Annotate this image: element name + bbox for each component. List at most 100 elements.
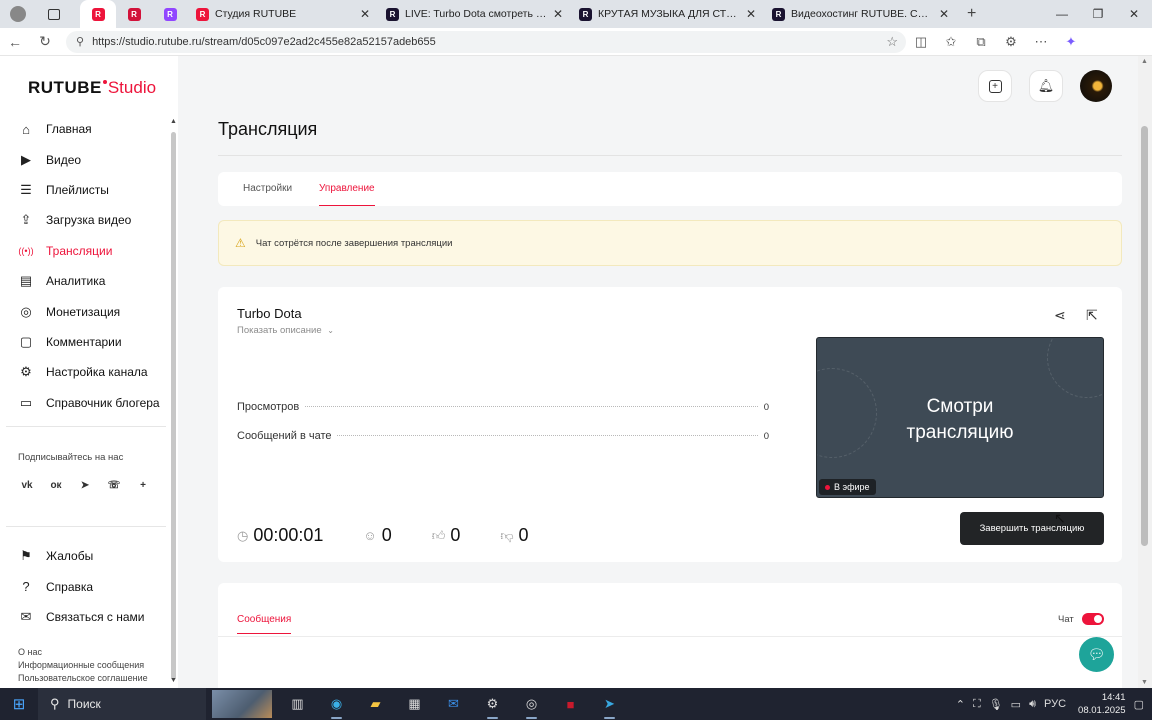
back-icon[interactable]: ← xyxy=(0,34,30,50)
app-icon-red[interactable]: ■ xyxy=(551,688,590,720)
browser-tab[interactable]: R LIVE: Turbo Dota смотреть онлайн ✕ xyxy=(378,0,571,28)
language-indicator[interactable]: РУС xyxy=(1044,698,1066,710)
obs-icon[interactable]: ◎ xyxy=(512,688,551,720)
rutube-studio-logo[interactable]: RUTUBE Studio xyxy=(28,78,156,98)
browser-tab[interactable]: R xyxy=(152,0,188,28)
sidebar-item[interactable]: ▢ Комментарии xyxy=(18,327,170,357)
scroll-down-arrow[interactable]: ▼ xyxy=(170,677,177,684)
telegram-app-icon[interactable]: ➤ xyxy=(590,688,629,720)
scroll-up-arrow[interactable]: ▲ xyxy=(1141,58,1148,65)
browser-tab[interactable]: R xyxy=(116,0,152,28)
edge-browser-icon[interactable]: ◉ xyxy=(317,688,356,720)
task-view-icon[interactable]: ▥ xyxy=(278,688,317,720)
telegram-icon[interactable]: ➤ xyxy=(76,476,94,494)
page-scrollbar[interactable]: ▲ ▼ xyxy=(1138,56,1152,688)
browser-tab[interactable]: R Студия RUTUBE ✕ xyxy=(188,0,378,28)
scroll-up-arrow[interactable]: ▲ xyxy=(170,118,177,125)
more-icon[interactable]: + xyxy=(134,476,152,494)
menu-icon[interactable]: ⋯ xyxy=(1026,34,1056,50)
url-text[interactable]: https://studio.rutube.ru/stream/d05c097e… xyxy=(92,36,436,48)
end-stream-button[interactable]: Завершить трансляцию xyxy=(960,512,1104,545)
sidebar-scroll-thumb[interactable] xyxy=(171,132,176,680)
close-tab-icon[interactable]: ✕ xyxy=(939,7,949,21)
close-tab-icon[interactable]: ✕ xyxy=(553,7,563,21)
sidebar-item[interactable]: ((•)) Трансляции xyxy=(18,236,170,266)
volume-icon[interactable]: 🔊︎ xyxy=(1029,698,1036,711)
browser-tab[interactable]: R xyxy=(80,0,116,28)
create-button[interactable]: + xyxy=(978,70,1012,102)
new-tab-button[interactable]: + xyxy=(967,5,976,23)
tray-expand-icon[interactable]: ⌃ xyxy=(956,698,965,711)
store-icon[interactable]: ▦ xyxy=(395,688,434,720)
favorites-icon[interactable]: ✩ xyxy=(936,34,966,50)
extensions-icon[interactable]: ⚙ xyxy=(996,34,1026,50)
profile-icon[interactable] xyxy=(10,6,26,22)
microphone-icon[interactable]: 🎙︎ xyxy=(989,698,1003,711)
page-scroll-thumb[interactable] xyxy=(1141,126,1148,546)
sidebar-item[interactable]: ⚙ Настройка канала xyxy=(18,357,170,387)
logo-dot xyxy=(102,80,107,84)
sidebar-item[interactable]: ? Справка xyxy=(18,571,170,601)
windows-start-icon[interactable]: ⊞ xyxy=(0,695,38,713)
vk-icon[interactable]: vk xyxy=(18,476,36,494)
sidebar-item[interactable]: ▤ Аналитика xyxy=(18,266,170,296)
chat-toggle[interactable] xyxy=(1082,613,1104,625)
file-explorer-icon[interactable]: ▰ xyxy=(356,688,395,720)
close-window-button[interactable]: ✕ xyxy=(1116,7,1152,21)
ok-icon[interactable]: ок xyxy=(47,476,65,494)
tab-management[interactable]: Управление xyxy=(319,183,375,206)
sidebar-item[interactable]: ✉ Связаться с нами xyxy=(18,602,170,632)
copilot-icon[interactable]: ✦ xyxy=(1056,34,1086,50)
stream-preview[interactable]: Смотри трансляцию В эфире xyxy=(816,337,1104,498)
tab-messages[interactable]: Сообщения xyxy=(237,614,292,634)
mail-icon[interactable]: ✉ xyxy=(434,688,473,720)
steam-icon[interactable]: ⚙ xyxy=(473,688,512,720)
footer-link-info[interactable]: Информационные сообщения xyxy=(18,659,148,672)
viber-icon[interactable]: ☏ xyxy=(105,476,123,494)
favorite-star-icon[interactable]: ☆ xyxy=(886,34,898,50)
share-icon[interactable]: ⋖ xyxy=(1054,307,1066,324)
search-highlight-image[interactable] xyxy=(212,690,272,718)
reload-icon[interactable]: ↻ xyxy=(30,33,60,50)
sidebar-scrollbar[interactable]: ▲ ▼ xyxy=(170,118,177,684)
subscribe-label: Подписывайтесь на нас xyxy=(18,452,124,463)
avatar[interactable] xyxy=(1080,70,1112,102)
broadcast-icon: ((•)) xyxy=(18,245,34,256)
sidebar-item[interactable]: ⌂ Главная xyxy=(18,114,170,144)
footer-link-terms[interactable]: Пользовательское соглашение xyxy=(18,672,148,685)
collections-icon[interactable]: ⧉ xyxy=(966,34,996,50)
notifications-button[interactable]: 🔔︎ xyxy=(1029,70,1063,102)
browser-tab[interactable]: R Видеохостинг RUTUBE. Смотрите ✕ xyxy=(764,0,957,28)
tab-actions-icon[interactable] xyxy=(48,8,60,20)
network-icon[interactable]: ▭ xyxy=(1011,698,1021,711)
close-tab-icon[interactable]: ✕ xyxy=(746,7,756,21)
scroll-down-arrow[interactable]: ▼ xyxy=(1141,679,1148,686)
sidebar-item[interactable]: ⚑ Жалобы xyxy=(18,541,170,571)
address-bar[interactable]: ⚲ https://studio.rutube.ru/stream/d05c09… xyxy=(66,30,906,53)
sidebar-item[interactable]: ☰ Плейлисты xyxy=(18,175,170,205)
sidebar-item[interactable]: ▭ Справочник блогера xyxy=(18,388,170,418)
site-info-icon[interactable]: ⚲ xyxy=(76,35,84,48)
browser-tab[interactable]: R КРУТАЯ МУЗЫКА ДЛЯ СТРИМА ✕ xyxy=(571,0,764,28)
footer-link-about[interactable]: О нас xyxy=(18,646,148,659)
open-external-icon[interactable]: ⇱ xyxy=(1086,307,1098,324)
sidebar-item[interactable]: ⇪ Загрузка видео xyxy=(18,205,170,235)
maximize-button[interactable]: ❐ xyxy=(1080,7,1116,21)
preview-text: Смотри трансляцию xyxy=(817,394,1103,446)
tab-settings[interactable]: Настройки xyxy=(243,183,292,194)
minimize-button[interactable]: — xyxy=(1044,7,1080,21)
sidebar-item[interactable]: ◎ Монетизация xyxy=(18,296,170,326)
close-tab-icon[interactable]: ✕ xyxy=(360,7,370,21)
support-chat-button[interactable]: 💬︎ xyxy=(1079,637,1114,672)
playlist-icon: ☰ xyxy=(20,181,32,197)
sidebar-item-label: Загрузка видео xyxy=(46,213,132,228)
notification-center-icon[interactable]: ▢ xyxy=(1134,698,1144,711)
chevron-down-icon: ⌄ xyxy=(327,326,334,335)
tray-app-icon[interactable]: ⛶ xyxy=(973,698,981,711)
taskbar-search[interactable]: ⚲ Поиск xyxy=(38,688,206,720)
split-screen-icon[interactable]: ◫ xyxy=(906,34,936,50)
bell-icon: 🔔︎ xyxy=(1037,78,1055,93)
clock[interactable]: 14:41 08.01.2025 xyxy=(1078,691,1126,717)
show-description-toggle[interactable]: Показать описание ⌄ xyxy=(237,325,334,336)
sidebar-item[interactable]: ▶ Видео xyxy=(18,144,170,174)
